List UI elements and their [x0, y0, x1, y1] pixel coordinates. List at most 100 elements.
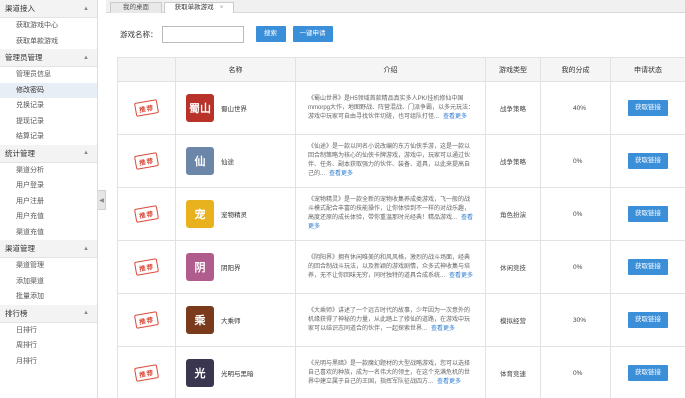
sidebar-item[interactable]: 添加渠道: [0, 274, 97, 290]
chevron-up-icon: ▲: [83, 5, 89, 12]
sidebar-item[interactable]: 用户注册: [0, 194, 97, 210]
recommend-stamp: 推荐: [133, 364, 160, 382]
game-name-input[interactable]: [161, 25, 244, 43]
intro-cell: 《阴阳界》拥有休闲唯美的和风风格，激烈的战斗场面，经典的回合制战斗玩法，以及新颖…: [295, 240, 486, 294]
sidebar-item[interactable]: 日排行: [0, 323, 97, 339]
table-row: 推荐乘大乘师 《大乘师》讲述了一个远古时代的故事，少年因为一次意外的机缘获得了神秘…: [117, 293, 685, 347]
game-name-label: 游戏名称：: [120, 29, 158, 39]
games-table: 名称 介绍 游戏类型 我的分成 申请状态 推荐 蜀山 蜀山世界 《蜀山世界》是H5领域…: [117, 57, 685, 398]
game-type: 休闲竞技: [485, 240, 541, 294]
tab-my-desktop[interactable]: 我的桌面: [110, 2, 162, 13]
table-row: 推荐仙仙途 《仙途》是一款以同名小说改编的东方仙侠手游，这是一款以回合制策略为核心…: [117, 134, 685, 188]
table-row: 推荐 蜀山 蜀山世界 《蜀山世界》是H5领域首款精品真实多人PK/挂机修仙中国mmor…: [117, 81, 685, 135]
sidebar-item[interactable]: 用户充值: [0, 209, 97, 225]
sidebar-section-title: 管理员管理: [5, 53, 43, 62]
stamp-cell: 推荐: [117, 346, 176, 398]
sidebar-section-title: 渠道接入: [5, 4, 35, 13]
sidebar-item[interactable]: 月排行: [0, 354, 97, 370]
table-row: 推荐光光明与黑暗 《光明与黑暗》是一款魔幻题材的大型战略游戏，您可以选择自己喜欢的…: [117, 346, 685, 398]
get-link-button[interactable]: 获取链接: [628, 153, 668, 169]
game-name: 大乘师: [221, 318, 241, 325]
view-more-link[interactable]: 查看更多: [329, 171, 353, 177]
status-cell: 获取链接: [610, 346, 685, 398]
chevron-up-icon: ▲: [83, 245, 89, 252]
get-link-button[interactable]: 获取链接: [628, 100, 668, 116]
recommend-stamp: 推荐: [133, 99, 160, 117]
name-cell: 乘大乘师: [175, 293, 296, 347]
sidebar-item[interactable]: 管理员信息: [0, 67, 97, 83]
sidebar-section-title: 排行榜: [5, 308, 28, 318]
sidebar-collapse-handle[interactable]: ◀: [98, 190, 106, 210]
sidebar-section: 管理员管理 ▲ 管理员信息 修改密码 兑换记录 提现记录 结算记录: [0, 49, 97, 145]
my-share: 0%: [540, 240, 611, 294]
chevron-up-icon: ▲: [83, 54, 89, 61]
game-name: 仙途: [221, 159, 234, 166]
view-more-link[interactable]: 查看更多: [449, 273, 473, 279]
get-link-button[interactable]: 获取链接: [628, 259, 668, 275]
sidebar-item[interactable]: 批量添加: [0, 289, 97, 305]
sidebar-section-header[interactable]: 渠道管理 ▲: [0, 240, 97, 258]
my-share: 0%: [540, 346, 611, 398]
search-button[interactable]: 搜索: [255, 26, 286, 42]
game-intro: 《阴阳界》拥有休闲唯美的和风风格，激烈的战斗场面，经典的回合制战斗玩法，以及新颖…: [308, 254, 471, 279]
my-share: 40%: [540, 81, 611, 135]
recommend-stamp: 推荐: [133, 258, 160, 276]
get-link-button[interactable]: 获取链接: [628, 206, 668, 222]
apply-all-button[interactable]: 一键申请: [292, 26, 333, 42]
sidebar-section: 排行榜 ▲ 日排行 周排行 月排行: [0, 304, 97, 370]
sidebar-section-header[interactable]: 排行榜 ▲: [0, 304, 97, 323]
intro-cell: 《光明与黑暗》是一款魔幻题材的大型战略游戏，您可以选择自己喜欢的种族，成为一名伟…: [295, 346, 486, 398]
get-link-button[interactable]: 获取链接: [628, 365, 668, 381]
search-bar: 游戏名称： 搜索 一键申请: [120, 24, 333, 44]
game-name: 光明与黑暗: [221, 371, 254, 378]
chevron-up-icon: ▲: [83, 150, 89, 156]
tab-bar: 我的桌面 获取单款游戏 ×: [106, 0, 685, 13]
view-more-link[interactable]: 查看更多: [443, 114, 467, 120]
sidebar-item[interactable]: 结算记录: [0, 129, 97, 145]
recommend-stamp: 推荐: [133, 205, 160, 223]
shushan-game-icon: 蜀山: [186, 94, 214, 122]
stamp-cell: 推荐: [117, 134, 176, 188]
view-more-link[interactable]: 查看更多: [431, 326, 455, 332]
sidebar-section-header[interactable]: 统计管理 ▲: [0, 144, 97, 163]
intro-cell: 《仙途》是一款以同名小说改编的东方仙侠手游，这是一款以回合制策略为核心的仙侠卡牌…: [295, 134, 486, 188]
sidebar-item[interactable]: 渠道充值: [0, 225, 97, 241]
game-type: 战争策略: [485, 81, 541, 135]
name-cell: 蜀山 蜀山世界: [175, 81, 296, 135]
intro-cell: 《大乘师》讲述了一个远古时代的故事，少年因为一次意外的机缘获得了神秘的力量，从此…: [295, 293, 486, 347]
close-icon[interactable]: ×: [220, 4, 224, 11]
my-share: 0%: [540, 134, 611, 188]
game-type: 角色扮演: [485, 187, 541, 241]
game-type: 模拟经营: [485, 293, 541, 347]
game-name: 蜀山世界: [221, 106, 247, 113]
column-header-status: 申请状态: [610, 57, 685, 82]
sidebar-section-title: 渠道管理: [5, 244, 35, 253]
status-cell: 获取链接: [610, 187, 685, 241]
dachengshi-game-icon: 乘: [186, 306, 214, 334]
tab-get-single-game[interactable]: 获取单款游戏 ×: [164, 2, 234, 13]
chevron-up-icon: ▲: [83, 310, 89, 316]
sidebar-item[interactable]: 渠道管理: [0, 258, 97, 274]
recommend-stamp: 推荐: [133, 152, 160, 170]
sidebar-item[interactable]: 修改密码: [0, 82, 97, 98]
sidebar-section-header[interactable]: 渠道接入 ▲: [0, 0, 97, 18]
sidebar-item[interactable]: 获取单款游戏: [0, 34, 97, 50]
stamp-cell: 推荐: [117, 81, 176, 135]
sidebar-item[interactable]: 兑换记录: [0, 98, 97, 114]
sidebar-item[interactable]: 用户登录: [0, 178, 97, 194]
sidebar-item[interactable]: 获取游戏中心: [0, 18, 97, 34]
name-cell: 阴阴阳界: [175, 240, 296, 294]
sidebar-section-header[interactable]: 管理员管理 ▲: [0, 49, 97, 67]
table-header-row: 名称 介绍 游戏类型 我的分成 申请状态: [117, 57, 685, 82]
name-cell: 光光明与黑暗: [175, 346, 296, 398]
sidebar-item[interactable]: 提现记录: [0, 114, 97, 130]
get-link-button[interactable]: 获取链接: [628, 312, 668, 328]
sidebar-item[interactable]: 周排行: [0, 338, 97, 354]
sidebar: 渠道接入 ▲ 获取游戏中心 获取单款游戏管理员管理 ▲ 管理员信息 修改密码 兑换记录 提现记录…: [0, 0, 98, 398]
yinyang-game-icon: 阴: [186, 253, 214, 281]
intro-cell: 《蜀山世界》是H5领域首款精品真实多人PK/挂机修仙中国mmorpg大作，地图野…: [295, 81, 486, 135]
sidebar-item[interactable]: 渠道分析: [0, 163, 97, 179]
view-more-link[interactable]: 查看更多: [437, 379, 461, 385]
name-cell: 仙仙途: [175, 134, 296, 188]
status-cell: 获取链接: [610, 240, 685, 294]
